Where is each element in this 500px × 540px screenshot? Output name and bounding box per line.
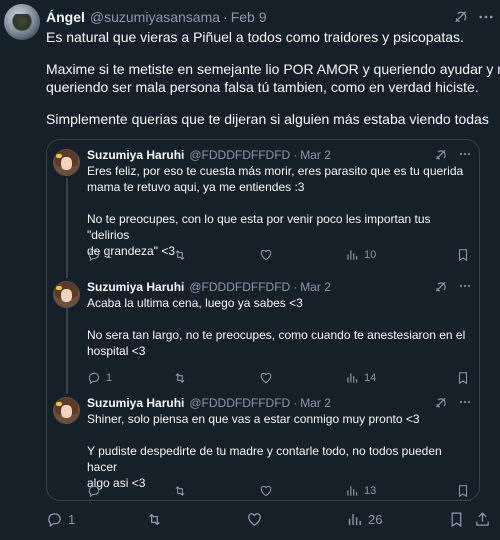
- avatar[interactable]: [53, 281, 80, 308]
- more-icon[interactable]: [458, 279, 472, 293]
- grok-icon[interactable]: [434, 280, 448, 294]
- tweet-actions: 13: [87, 483, 469, 499]
- grok-icon[interactable]: [434, 148, 448, 162]
- tweet-paragraph: Es natural que vieras a Piñuel a todos c…: [46, 29, 464, 45]
- views-button[interactable]: 26: [346, 511, 382, 527]
- retweet-button[interactable]: [173, 247, 187, 263]
- more-icon[interactable]: [477, 8, 495, 26]
- heart-icon: [248, 512, 261, 526]
- author-name[interactable]: Suzumiya Haruhi: [87, 280, 184, 294]
- tweet-date[interactable]: Mar 2: [300, 396, 331, 410]
- quoted-tweet-header: Suzumiya Haruhi @FDDDFDFFDFD · Mar 2: [87, 147, 331, 163]
- reply-count: 1: [106, 372, 113, 384]
- like-button[interactable]: [259, 483, 273, 499]
- reply-icon: [88, 485, 100, 498]
- tweet-actions: 1 10: [87, 247, 469, 263]
- reply-button[interactable]: 1: [87, 247, 112, 263]
- author-handle[interactable]: @FDDDFDFFDFD: [189, 148, 290, 162]
- separator: ·: [293, 148, 298, 162]
- views-button[interactable]: 13: [345, 483, 376, 499]
- retweet-icon: [175, 250, 185, 260]
- tweet-text: Es natural que vieras a Piñuel a todos c…: [46, 28, 500, 142]
- avatar[interactable]: [53, 397, 80, 424]
- bookmark-icon: [458, 485, 468, 498]
- grok-icon[interactable]: [453, 9, 469, 25]
- bookmark-icon: [458, 372, 468, 385]
- author-name[interactable]: Suzumiya Haruhi: [87, 396, 184, 410]
- separator: ·: [293, 280, 298, 294]
- share-icon: [476, 511, 489, 526]
- reply-button[interactable]: 1: [87, 370, 112, 386]
- more-icon[interactable]: [458, 147, 472, 161]
- separator: ·: [293, 396, 298, 410]
- retweet-button[interactable]: [173, 483, 187, 499]
- quoted-tweet-header: Suzumiya Haruhi @FDDDFDFFDFD · Mar 2: [87, 395, 331, 411]
- separator: ·: [223, 9, 228, 25]
- views-icon: [347, 486, 358, 496]
- author-name[interactable]: Suzumiya Haruhi: [87, 148, 184, 162]
- bookmark-button[interactable]: [456, 483, 470, 499]
- bookmark-button[interactable]: [456, 247, 470, 263]
- reply-icon: [88, 372, 100, 385]
- reply-count: 1: [68, 511, 76, 527]
- heart-icon: [260, 372, 272, 384]
- bookmark-icon: [451, 511, 462, 527]
- view-count: 10: [364, 249, 377, 261]
- quoted-tweet-header: Suzumiya Haruhi @FDDDFDFFDFD · Mar 2: [87, 279, 331, 295]
- quoted-tweet[interactable]: Suzumiya Haruhi @FDDDFDFFDFD · Mar 2 Shi…: [47, 388, 479, 500]
- author-name[interactable]: Ángel: [46, 9, 85, 25]
- reply-count: 1: [106, 249, 113, 261]
- reply-icon: [48, 512, 61, 527]
- share-button[interactable]: [474, 511, 491, 527]
- avatar[interactable]: [53, 149, 80, 176]
- tweet-paragraph: No sera tan largo, no te preocupes, como…: [87, 328, 466, 358]
- like-button[interactable]: [259, 247, 273, 263]
- tweet-date[interactable]: Mar 2: [300, 280, 331, 294]
- heart-icon: [260, 485, 272, 497]
- author-handle[interactable]: @suzumiyasansama: [90, 9, 220, 25]
- author-handle[interactable]: @FDDDFDFFDFD: [189, 396, 290, 410]
- tweet-actions: 1 14: [87, 370, 469, 386]
- views-button[interactable]: 10: [345, 247, 376, 263]
- bookmark-icon: [458, 249, 468, 262]
- tweet-paragraph: Shiner, solo piensa en que vas a estar c…: [87, 412, 420, 426]
- retweet-button[interactable]: [173, 370, 187, 386]
- views-button[interactable]: 14: [345, 370, 376, 386]
- author-handle[interactable]: @FDDDFDFFDFD: [189, 280, 290, 294]
- quoted-tweet-text: Acaba la ultima cena, luego ya sabes <3 …: [87, 295, 469, 375]
- reply-button[interactable]: [87, 483, 106, 499]
- quoted-thread[interactable]: Suzumiya Haruhi @FDDDFDFFDFD · Mar 2 Ere…: [46, 139, 480, 501]
- author-avatar[interactable]: [4, 4, 40, 40]
- retweet-icon: [175, 486, 185, 496]
- tweet-paragraph: Acaba la ultima cena, luego ya sabes <3: [87, 296, 303, 310]
- bookmark-button[interactable]: [456, 370, 470, 386]
- tweet-actions: 1 26: [46, 511, 492, 529]
- grok-icon[interactable]: [434, 396, 448, 410]
- bookmark-button[interactable]: [448, 511, 465, 527]
- reply-button[interactable]: 1: [46, 511, 75, 527]
- heart-icon: [260, 249, 272, 261]
- view-count: 13: [364, 485, 377, 497]
- view-count: 26: [368, 511, 383, 527]
- like-button[interactable]: [259, 370, 273, 386]
- tweet-header: Ángel @suzumiyasansama · Feb 9: [46, 8, 492, 26]
- reply-icon: [88, 249, 100, 262]
- quoted-tweet[interactable]: Suzumiya Haruhi @FDDDFDFFDFD · Mar 2 Ere…: [47, 140, 479, 278]
- quoted-tweet[interactable]: Suzumiya Haruhi @FDDDFDFFDFD · Mar 2 Aca…: [47, 272, 479, 388]
- tweet-date[interactable]: Feb 9: [231, 9, 267, 25]
- views-icon: [347, 250, 358, 260]
- retweet-icon: [149, 513, 160, 525]
- retweet-button[interactable]: [146, 511, 163, 527]
- retweet-icon: [175, 373, 185, 383]
- views-icon: [348, 513, 361, 525]
- tweet-date[interactable]: Mar 2: [300, 148, 331, 162]
- tweet-paragraph: Eres feliz, por eso te cuesta más morir,…: [87, 164, 464, 194]
- tweet-paragraph: Simplemente querias que te dijeran si al…: [46, 111, 489, 127]
- views-icon: [347, 373, 358, 383]
- view-count: 14: [364, 372, 377, 384]
- more-icon[interactable]: [458, 395, 472, 409]
- tweet-paragraph: Maxime si te metiste en semejante lio PO…: [46, 61, 500, 95]
- like-button[interactable]: [246, 511, 263, 527]
